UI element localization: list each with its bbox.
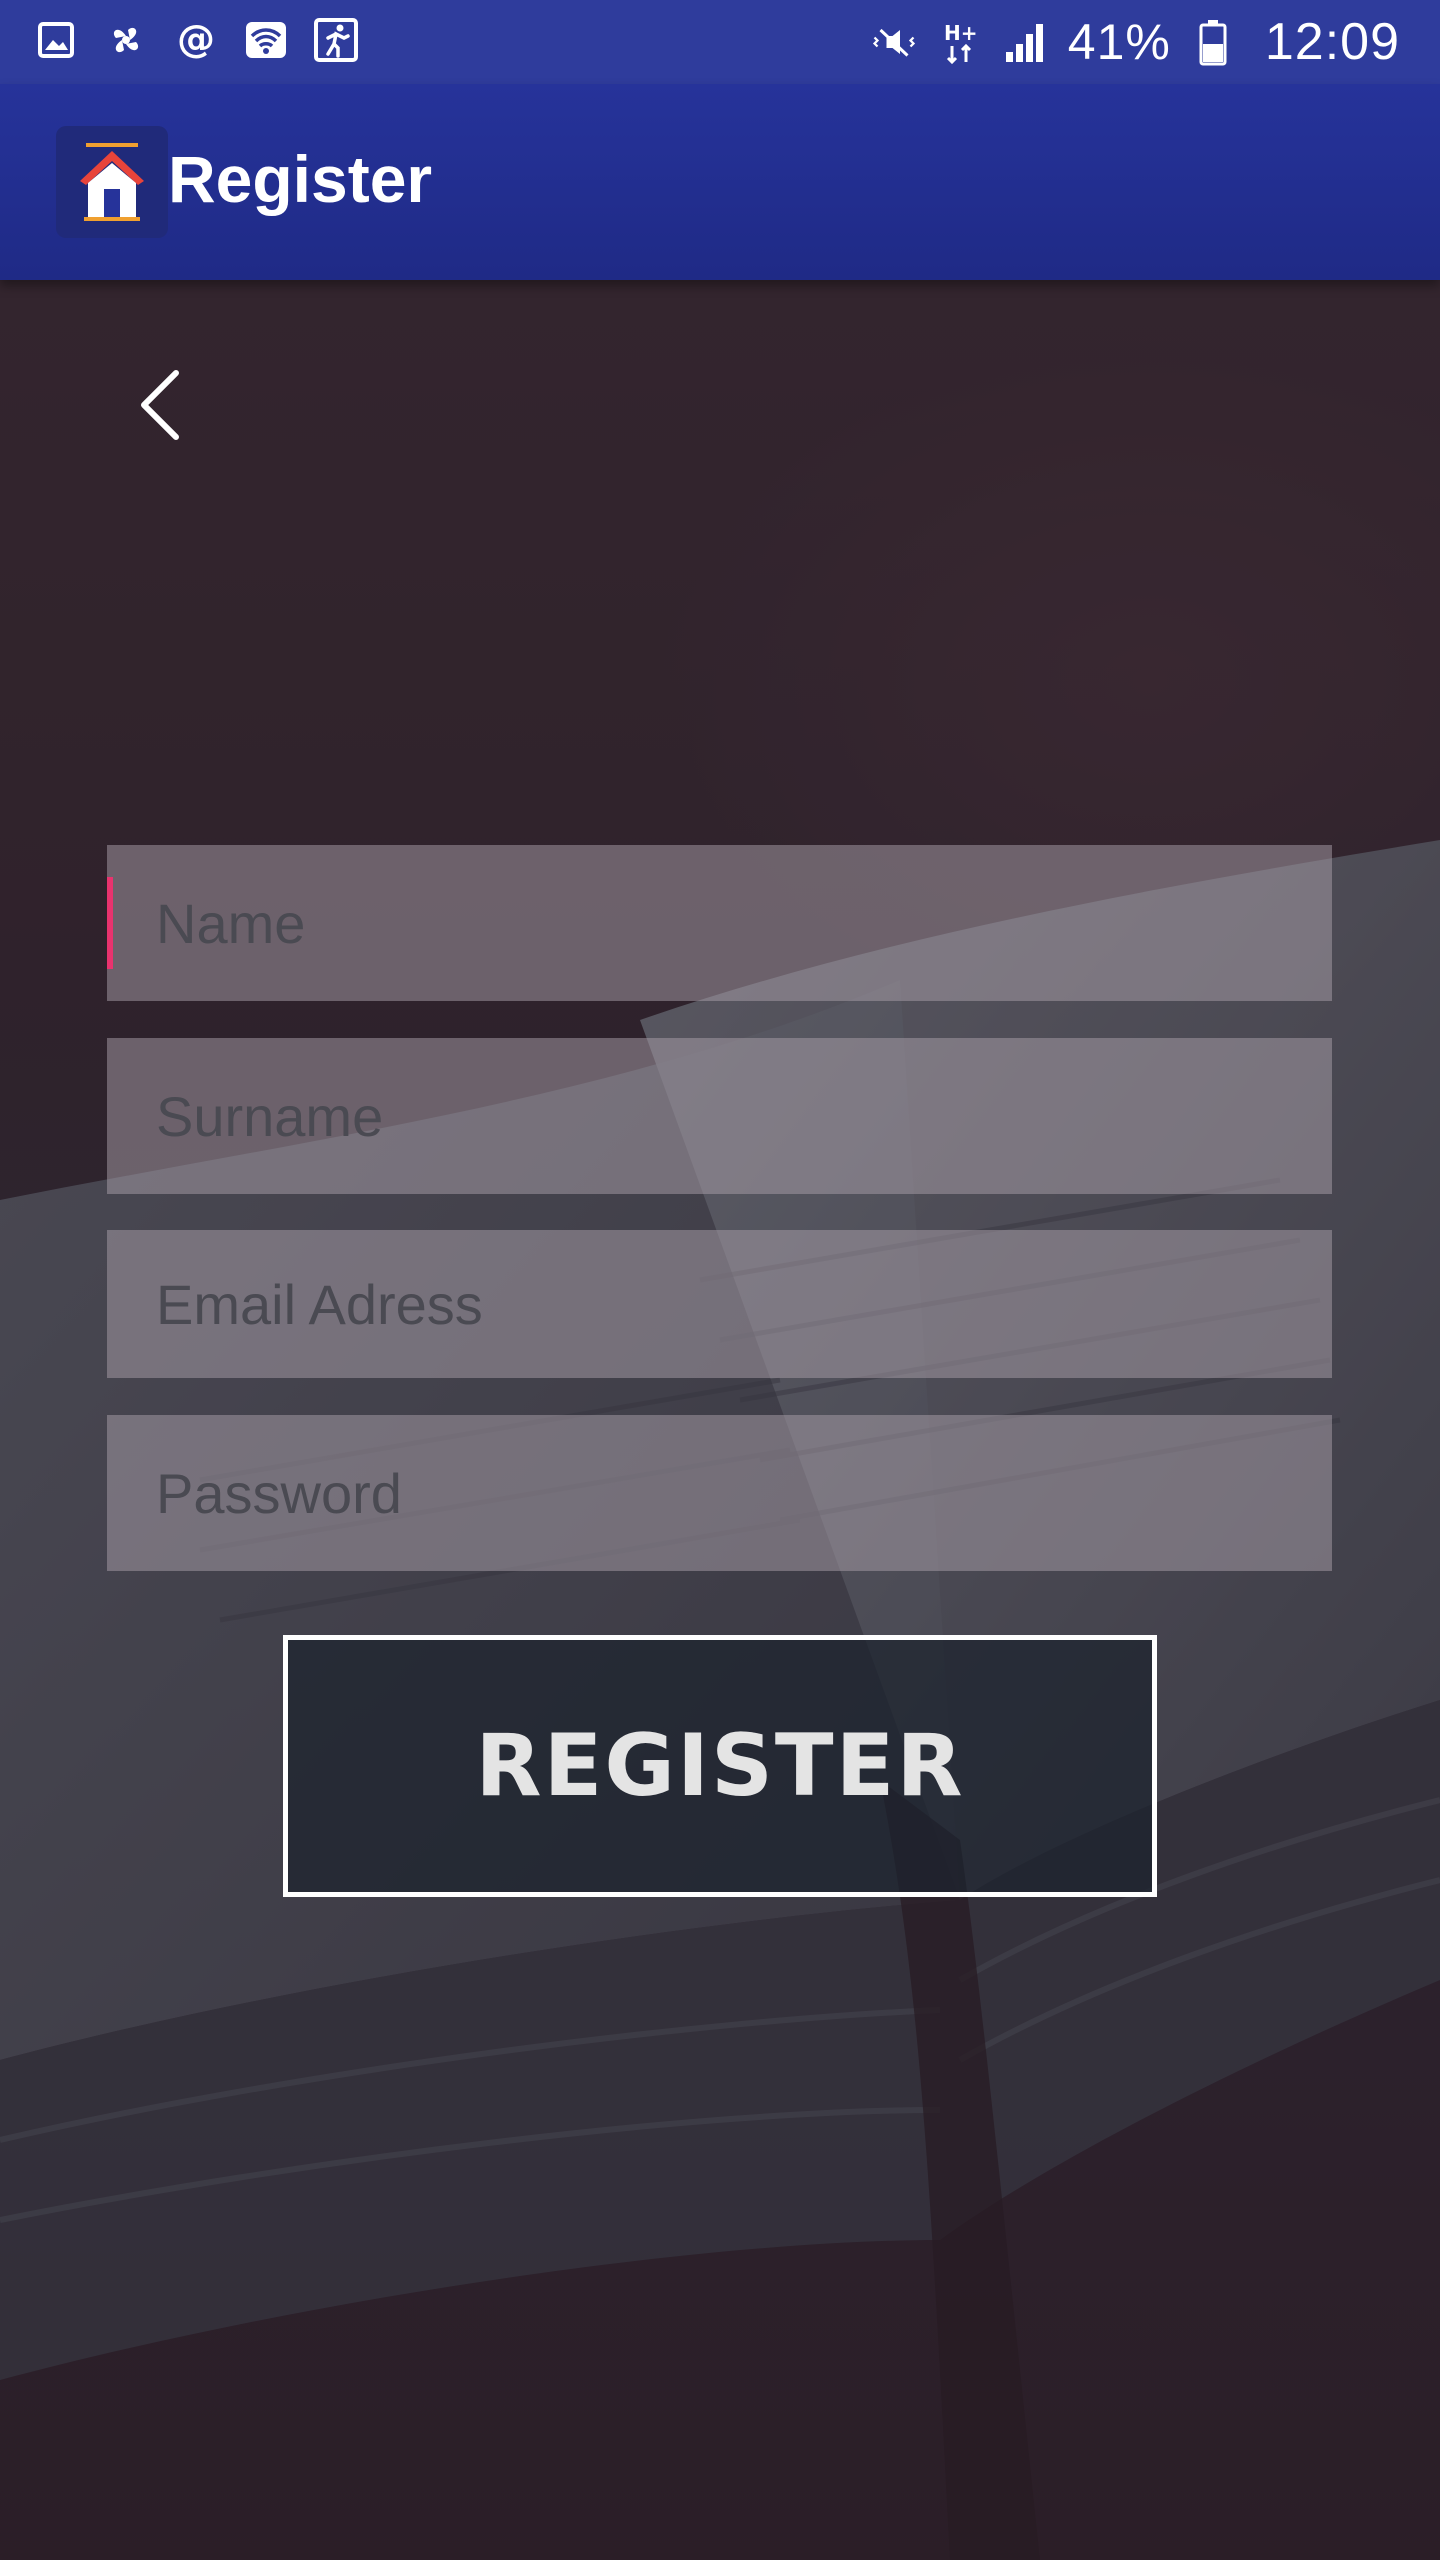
battery-percentage: 41% <box>1067 14 1171 70</box>
email-input[interactable] <box>107 1230 1332 1378</box>
surname-field[interactable] <box>107 1038 1332 1194</box>
data-arrows-icon: H+ <box>936 18 984 66</box>
fan-icon <box>104 18 148 62</box>
status-notification-icons: @ <box>34 18 358 62</box>
surname-input[interactable] <box>107 1038 1332 1194</box>
register-button-label: REGISTER <box>475 1716 965 1816</box>
register-screen: @ H+ 41% 12:09 Register Name Surname Ema… <box>0 0 1440 2560</box>
text-cursor <box>107 877 113 969</box>
svg-text:@: @ <box>177 18 215 61</box>
mute-vibrate-icon <box>870 18 918 66</box>
app-bar: Register <box>0 84 1440 280</box>
name-field[interactable] <box>107 845 1332 1001</box>
wifi-icon <box>244 18 288 62</box>
chevron-left-icon <box>141 370 179 440</box>
email-field[interactable] <box>107 1230 1332 1378</box>
back-button[interactable] <box>120 360 200 450</box>
register-button[interactable]: REGISTER <box>283 1635 1157 1897</box>
status-system-icons: H+ 41% 12:09 <box>870 10 1400 74</box>
house-logo-icon <box>56 126 168 238</box>
battery-icon <box>1189 18 1237 66</box>
signal-icon <box>1002 18 1050 66</box>
svg-text:H+: H+ <box>944 21 978 45</box>
running-icon <box>314 18 358 62</box>
password-field[interactable] <box>107 1415 1332 1571</box>
page-title: Register <box>168 142 433 216</box>
password-input[interactable] <box>107 1415 1332 1571</box>
gallery-icon <box>34 18 78 62</box>
status-bar: @ H+ 41% 12:09 <box>0 0 1440 84</box>
name-input[interactable] <box>107 845 1332 1001</box>
at-sign-icon: @ <box>174 18 218 62</box>
status-clock: 12:09 <box>1264 13 1400 71</box>
